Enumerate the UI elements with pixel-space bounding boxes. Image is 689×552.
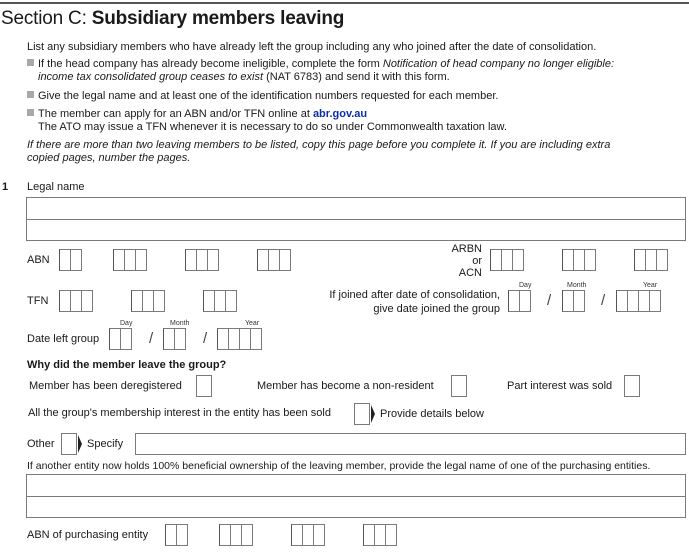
digit-box[interactable] [135, 249, 147, 271]
left-month-label: Month [170, 320, 190, 327]
joined-year-label: Year [643, 282, 658, 289]
legal-name-input-line2[interactable] [26, 219, 686, 241]
reason-part-sold-checkbox[interactable] [624, 375, 640, 397]
intro-text: List any subsidiary members who have alr… [27, 41, 597, 53]
purchaser-name-input-line1[interactable] [26, 474, 686, 497]
section-top-rule [0, 2, 689, 4]
tfn-group-1[interactable] [59, 290, 93, 312]
purchaser-name-input-line2[interactable] [26, 496, 686, 518]
specify-label: Specify [87, 438, 124, 450]
abn-purchasing-group-1[interactable] [165, 524, 188, 546]
digit-box[interactable] [120, 328, 132, 350]
reason-all-sold-checkbox[interactable] [354, 403, 370, 425]
abn-group-4[interactable] [257, 249, 291, 271]
copy-note-1: If there are more than two leaving membe… [27, 139, 611, 151]
abn-purchasing-group-3[interactable] [291, 524, 325, 546]
joined-month-input[interactable] [562, 290, 585, 312]
abn-group-2[interactable] [113, 249, 147, 271]
digit-box[interactable] [250, 328, 262, 350]
digit-box[interactable] [649, 290, 661, 312]
bullet-icon [27, 109, 34, 116]
tfn-note: The ATO may issue a TFN whenever it is n… [38, 121, 507, 133]
arbn-group-1[interactable] [490, 249, 524, 271]
bullet-icon [27, 59, 34, 66]
digit-box[interactable] [584, 249, 596, 271]
reason-deregistered-label: Member has been deregistered [29, 380, 182, 392]
abn-purchasing-group-4[interactable] [363, 524, 397, 546]
arrow-right-icon [371, 405, 375, 423]
joined-day-label: Day [519, 282, 532, 289]
reason-non-resident-checkbox[interactable] [451, 375, 467, 397]
abn-group-3[interactable] [185, 249, 219, 271]
provide-details-label: Provide details below [380, 408, 484, 420]
reason-all-sold-label: All the group's membership interest in t… [28, 407, 331, 419]
digit-box[interactable] [385, 524, 397, 546]
date-separator: / [203, 330, 208, 347]
left-day-input[interactable] [109, 328, 132, 350]
arrow-right-icon [78, 435, 82, 453]
form-name: Notification of head company no longer e… [382, 58, 615, 70]
arbn-label: ARBN or ACN [451, 243, 482, 279]
reason-other-label: Other [27, 438, 55, 450]
left-month-input[interactable] [163, 328, 186, 350]
reason-part-sold-label: Part interest was sold [507, 380, 613, 392]
digit-box[interactable] [519, 290, 531, 312]
digit-box[interactable] [81, 290, 93, 312]
left-year-input[interactable] [217, 328, 262, 350]
reason-deregistered-checkbox[interactable] [196, 375, 212, 397]
arbn-group-2[interactable] [562, 249, 596, 271]
bullet-icon [27, 91, 34, 98]
digit-box[interactable] [70, 249, 82, 271]
joined-month-label: Month [567, 282, 587, 289]
section-heading: Subsidiary members leaving [91, 8, 345, 29]
bullet-legal-name: Give the legal name and at least one of … [27, 90, 498, 103]
copy-note-2: copied pages, number the pages. [27, 152, 191, 164]
left-day-label: Day [120, 320, 133, 327]
joined-date-label: If joined after date of consolidation, g… [329, 289, 500, 315]
abn-purchasing-group-2[interactable] [219, 524, 253, 546]
purchaser-note: If another entity now holds 100% benefic… [27, 460, 651, 472]
left-year-label: Year [245, 320, 260, 327]
reason-non-resident-label: Member has become a non-resident [257, 380, 434, 392]
digit-box[interactable] [153, 290, 165, 312]
abn-purchasing-label: ABN of purchasing entity [27, 529, 149, 541]
digit-box[interactable] [512, 249, 524, 271]
tfn-group-2[interactable] [131, 290, 165, 312]
reason-other-checkbox[interactable] [61, 433, 77, 455]
section-title: Section C: Subsidiary members leaving [1, 8, 344, 30]
date-left-label: Date left group [27, 333, 100, 345]
bullet-head-company-cont: income tax consolidated group ceases to … [38, 71, 450, 83]
digit-box[interactable] [279, 249, 291, 271]
joined-year-input[interactable] [616, 290, 661, 312]
bullet-head-company: If the head company has already become i… [27, 58, 614, 71]
abn-label: ABN [27, 254, 50, 266]
date-separator: / [601, 292, 606, 309]
why-heading: Why did the member leave the group? [27, 359, 227, 371]
tfn-label: TFN [27, 295, 49, 307]
bullet-apply: The member can apply for an ABN and/or T… [27, 108, 367, 121]
legal-name-input-line1[interactable] [26, 197, 686, 220]
abn-group-1[interactable] [59, 249, 82, 271]
member-number: 1 [2, 181, 9, 193]
date-separator: / [547, 292, 552, 309]
joined-day-input[interactable] [508, 290, 531, 312]
digit-box[interactable] [225, 290, 237, 312]
digit-box[interactable] [313, 524, 325, 546]
digit-box[interactable] [176, 524, 188, 546]
abr-link[interactable]: abr.gov.au [313, 108, 367, 120]
digit-box[interactable] [656, 249, 668, 271]
date-separator: / [149, 330, 154, 347]
arbn-group-3[interactable] [634, 249, 668, 271]
digit-box[interactable] [207, 249, 219, 271]
specify-input[interactable] [135, 433, 686, 455]
tfn-group-3[interactable] [203, 290, 237, 312]
digit-box[interactable] [573, 290, 585, 312]
section-prefix: Section C: [1, 8, 92, 29]
digit-box[interactable] [174, 328, 186, 350]
digit-box[interactable] [241, 524, 253, 546]
legal-name-label: Legal name [27, 181, 85, 193]
